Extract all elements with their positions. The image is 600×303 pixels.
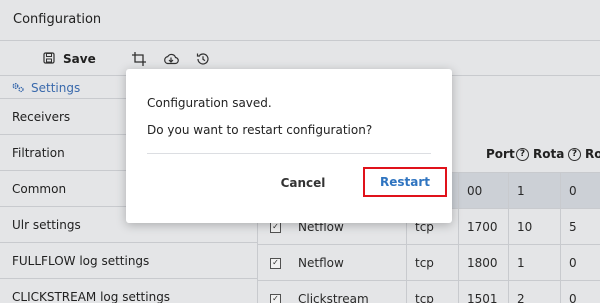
restart-dialog: Configuration saved. Do you want to rest… [126,69,452,223]
dialog-message-saved: Configuration saved. [147,96,272,110]
cancel-button[interactable]: Cancel [270,169,336,197]
dialog-message-question: Do you want to restart configuration? [147,123,373,137]
restart-button[interactable]: Restart [363,167,447,197]
dialog-divider [147,153,431,154]
